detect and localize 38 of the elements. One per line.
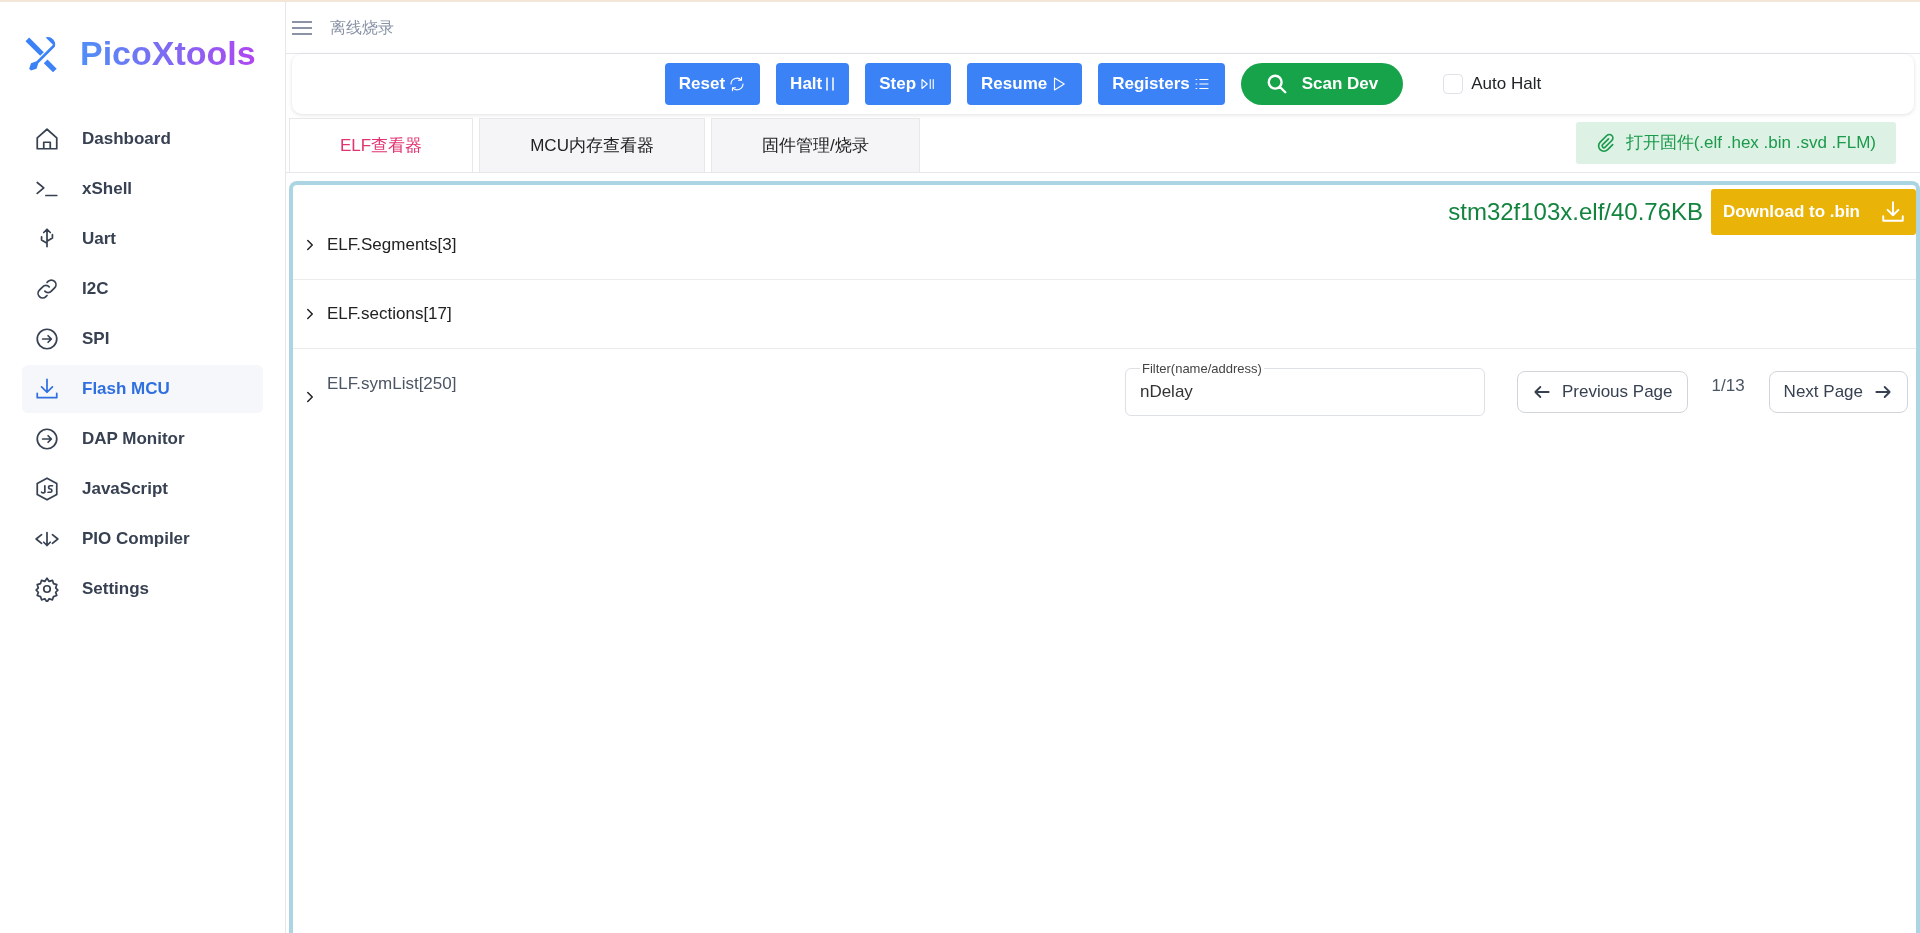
sidebar-item[interactable]: SPI [22, 315, 263, 363]
toolbar-button[interactable]: Step [865, 63, 952, 105]
tab[interactable]: ELF查看器 [289, 118, 474, 172]
paperclip-icon [1595, 133, 1616, 153]
reset-icon [728, 75, 747, 93]
download-icon [1880, 199, 1906, 225]
page-title: 离线烧录 [330, 17, 394, 38]
home-icon [34, 126, 60, 152]
checkbox-label: Auto Halt [1471, 73, 1542, 96]
toolbar-button[interactable]: Resume [967, 63, 1083, 105]
checkbox[interactable] [1443, 74, 1464, 94]
section-title[interactable]: ELF.Segments[3] [327, 232, 457, 258]
sidebar-item[interactable]: I2C [22, 265, 263, 313]
section-title[interactable]: ELF.sections[17] [327, 301, 452, 327]
page-indicator: 1/13 [1711, 375, 1745, 397]
tab[interactable]: 固件管理/烧录 [710, 118, 920, 172]
sidebar-item[interactable]: JavaScript [22, 465, 263, 513]
sidebar-item[interactable]: DAP Monitor [22, 415, 263, 463]
sidebar-item[interactable]: Uart [22, 215, 263, 263]
next-page-button[interactable]: Next Page [1768, 371, 1908, 413]
toolbar-button[interactable]: Reset [664, 63, 761, 105]
sidebar-item[interactable]: Dashboard [22, 115, 263, 163]
gear-icon [34, 576, 60, 602]
sidebar-item[interactable]: Flash MCU [22, 365, 263, 413]
sidebar-item[interactable]: xShell [22, 165, 263, 213]
link-icon [34, 276, 60, 302]
toolbar-button[interactable]: Registers [1098, 63, 1225, 105]
pause-icon [825, 75, 836, 93]
previous-page-button[interactable]: Previous Page [1516, 371, 1688, 413]
search-icon [1265, 73, 1288, 95]
sidebar-item[interactable]: Settings [22, 565, 263, 613]
tab[interactable]: MCU内存查看器 [479, 118, 705, 172]
sidebar-item[interactable]: PIO Compiler [22, 515, 263, 563]
toolbar-button[interactable]: Halt [776, 63, 850, 105]
file-info: stm32f103x.elf/40.76KB [1448, 197, 1704, 227]
download-icon [34, 376, 60, 402]
section-title[interactable]: ELF.symList[250] [327, 371, 457, 397]
js-icon [34, 476, 60, 502]
